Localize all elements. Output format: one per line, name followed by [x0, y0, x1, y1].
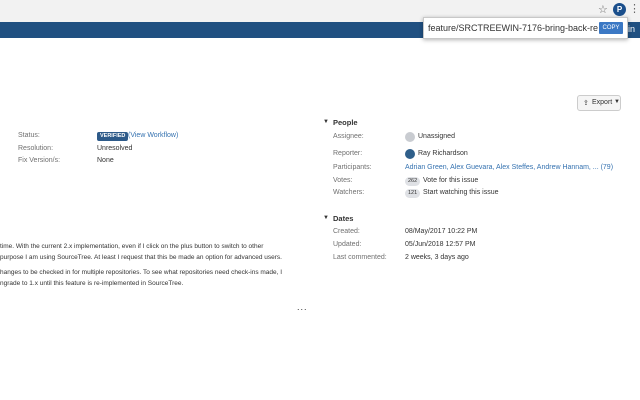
dates-collapse-icon[interactable]: ▼: [323, 215, 329, 221]
watch-link[interactable]: Start watching this issue: [423, 189, 498, 196]
watchers-count-badge: 121: [405, 189, 421, 198]
branch-name-text[interactable]: feature/SRCTREEWIN-7176-bring-back-repo.…: [428, 23, 598, 33]
copy-button[interactable]: COPY: [599, 22, 623, 34]
dates-heading: Dates: [333, 214, 354, 223]
resolution-label: Resolution:: [18, 145, 54, 152]
description-line: hanges to be checked in for multiple rep…: [0, 269, 283, 276]
votes-label: Votes:: [333, 177, 353, 184]
fix-version-value: None: [97, 157, 114, 164]
show-more-ellipsis[interactable]: ...: [297, 302, 308, 312]
avatar-icon: [405, 149, 415, 159]
votes-count-badge: 262: [405, 177, 421, 186]
last-commented-value: 2 weeks, 3 days ago: [405, 254, 469, 261]
created-label: Created:: [333, 228, 360, 235]
export-label: Export: [592, 99, 613, 106]
browser-menu-icon[interactable]: ⋮: [629, 2, 640, 16]
reporter-value[interactable]: Ray Richardson: [418, 150, 468, 157]
header-user-link[interactable]: in: [628, 24, 635, 34]
export-button[interactable]: ⇪ Export ▼: [577, 95, 621, 111]
bookmark-star-icon[interactable]: ☆: [598, 3, 608, 17]
created-value: 08/May/2017 10:22 PM: [405, 228, 478, 235]
last-commented-label: Last commented:: [333, 254, 387, 261]
reporter-label: Reporter:: [333, 150, 363, 157]
assignee-label: Assignee:: [333, 133, 364, 140]
people-collapse-icon[interactable]: ▼: [323, 119, 329, 125]
status-badge: VERIFIED: [97, 132, 129, 141]
extension-icon[interactable]: P: [613, 3, 626, 16]
status-label: Status:: [18, 132, 40, 139]
resolution-value: Unresolved: [97, 145, 133, 152]
view-workflow-link[interactable]: (View Workflow): [128, 132, 178, 139]
description-line: time. With the current 2.x implementatio…: [0, 243, 264, 250]
participants-list[interactable]: Adrian Green, Alex Guevara, Alex Steffes…: [405, 164, 613, 171]
participants-label: Participants:: [333, 164, 372, 171]
avatar-icon: [405, 132, 415, 142]
share-icon: ⇪: [583, 100, 589, 107]
updated-value: 05/Jun/2018 12:57 PM: [405, 241, 476, 248]
vote-link[interactable]: Vote for this issue: [423, 177, 478, 184]
chevron-down-icon: ▼: [614, 99, 620, 105]
updated-label: Updated:: [333, 241, 362, 248]
assignee-value: Unassigned: [418, 133, 455, 140]
watchers-label: Watchers:: [333, 189, 365, 196]
people-heading: People: [333, 118, 358, 127]
description-line: purpose I am using SourceTree. At least …: [0, 254, 282, 261]
description-line: ngrade to 1.x until this feature is re-i…: [0, 280, 184, 287]
fix-version-label: Fix Version/s:: [18, 157, 61, 164]
copy-branch-popup: feature/SRCTREEWIN-7176-bring-back-repo.…: [423, 17, 628, 39]
